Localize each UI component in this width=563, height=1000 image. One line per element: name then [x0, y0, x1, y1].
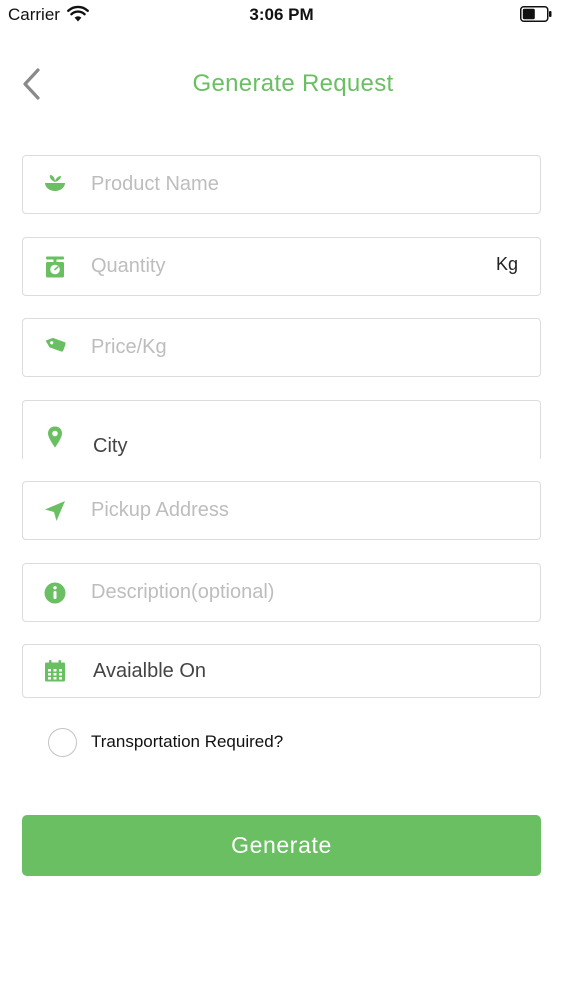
quantity-input[interactable] — [91, 238, 471, 295]
price-tag-icon — [45, 337, 66, 352]
description-input[interactable] — [91, 564, 471, 621]
available-on-label: Avaialble On — [93, 659, 207, 682]
quantity-field[interactable]: Kg — [22, 237, 541, 296]
pickup-address-input[interactable] — [91, 482, 471, 539]
location-pin-icon — [48, 426, 62, 448]
info-icon — [44, 582, 66, 603]
quantity-unit-label: Kg — [495, 254, 518, 274]
status-time: 3:06 PM — [249, 5, 314, 24]
generate-button[interactable]: Generate — [22, 815, 541, 876]
price-input[interactable] — [91, 319, 471, 376]
transportation-required-checkbox[interactable]: Transportation Required? — [48, 727, 283, 757]
leaf-bowl-icon — [45, 174, 65, 191]
product-name-field[interactable] — [22, 155, 541, 214]
calendar-icon — [45, 660, 65, 682]
status-bar: Carrier 3:06 PM — [0, 0, 563, 30]
scale-icon — [46, 256, 64, 277]
checkbox-circle-icon[interactable] — [48, 727, 77, 757]
city-field[interactable]: City — [22, 400, 541, 459]
navigation-arrow-icon — [45, 500, 65, 521]
description-field[interactable] — [22, 563, 541, 622]
product-name-input[interactable] — [91, 156, 471, 213]
price-field[interactable] — [22, 318, 541, 377]
page-title: Generate Request — [192, 70, 394, 97]
available-on-field[interactable]: Avaialble On — [22, 644, 541, 698]
transportation-required-label: Transportation Required? — [91, 732, 284, 751]
city-label: City — [93, 434, 128, 457]
pickup-address-field[interactable] — [22, 481, 541, 540]
battery-icon — [520, 6, 552, 22]
